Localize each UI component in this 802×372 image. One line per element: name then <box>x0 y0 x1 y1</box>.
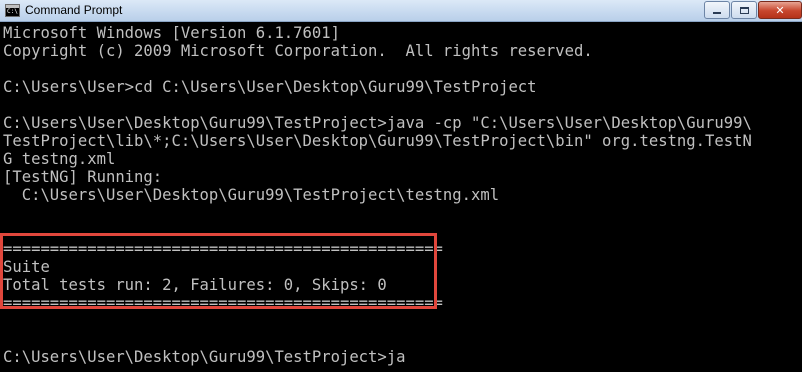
separator-line: ========================================… <box>3 294 443 312</box>
console-output[interactable]: Microsoft Windows [Version 6.1.7601] Copy… <box>3 24 802 372</box>
title-bar[interactable]: Command Prompt ✕ <box>0 0 802 22</box>
minimize-button[interactable] <box>704 1 730 19</box>
separator-line: ========================================… <box>3 240 443 258</box>
maximize-button[interactable] <box>731 1 757 19</box>
test-summary: Total tests run: 2, Failures: 0, Skips: … <box>3 276 387 294</box>
command-prompt-icon[interactable] <box>5 4 20 17</box>
window-controls: ✕ <box>703 0 802 20</box>
maximize-icon <box>739 6 749 14</box>
console-line: G testng.xml <box>3 150 116 168</box>
command-prompt-line[interactable]: C:\Users\User\Desktop\Guru99\TestProject… <box>3 348 802 366</box>
command-prompt-window: Command Prompt ✕ Microsoft Windows [Vers… <box>0 0 802 372</box>
close-button[interactable]: ✕ <box>758 1 802 19</box>
minimize-icon <box>713 12 721 14</box>
console-line: [TestNG] Running: <box>3 168 163 186</box>
close-icon: ✕ <box>775 3 785 17</box>
console-line: TestProject\lib\*;C:\Users\User\Desktop\… <box>3 132 752 150</box>
console-line: C:\Users\User>cd C:\Users\User\Desktop\G… <box>3 78 537 96</box>
console-line: C:\Users\User\Desktop\Guru99\TestProject… <box>3 186 500 204</box>
console-line: Copyright (c) 2009 Microsoft Corporation… <box>3 42 593 60</box>
suite-name: Suite <box>3 258 50 276</box>
console-line: Microsoft Windows [Version 6.1.7601] <box>3 24 340 42</box>
console-line: C:\Users\User\Desktop\Guru99\TestProject… <box>3 114 752 132</box>
window-title: Command Prompt <box>25 3 123 17</box>
